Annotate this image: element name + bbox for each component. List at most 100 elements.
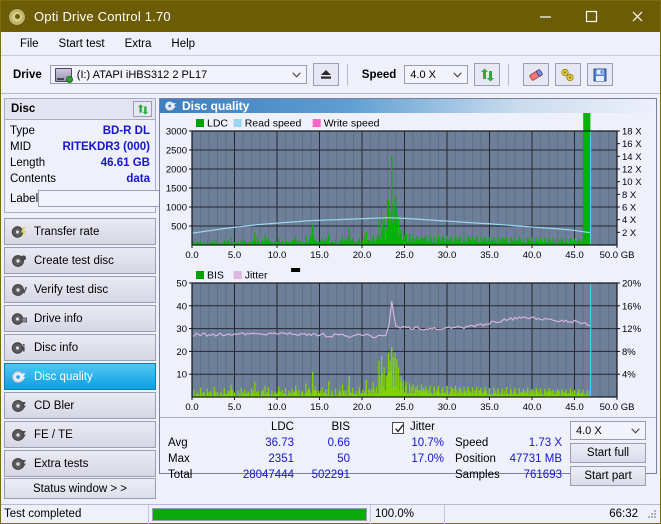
disc-row-length: Length 46.61 GB (10, 155, 150, 171)
stats-max-jitter: 17.0% (411, 453, 444, 465)
svg-text:50.0 GB: 50.0 GB (600, 250, 635, 261)
svg-text:40.0: 40.0 (523, 402, 542, 413)
svg-text:25.0: 25.0 (395, 402, 414, 413)
status-bar: Test completed 100.0% 66:32 (1, 504, 660, 524)
refresh-icon (137, 103, 148, 115)
drive-select[interactable]: (I:) ATAPI iHBS312 2 PL17 (49, 65, 307, 84)
menu-item-start-test[interactable]: Start test (50, 35, 114, 53)
svg-text:6 X: 6 X (622, 203, 637, 214)
sidebar-item-label: Verify test disc (34, 283, 109, 296)
elapsed-time: 66:32 (609, 508, 638, 520)
stats-avg-ldc: 36.73 (265, 437, 294, 449)
test-speed-value: 4.0 X (576, 424, 602, 437)
stats-row-max-label: Max (168, 453, 190, 465)
svg-text:35.0: 35.0 (480, 250, 499, 261)
disc-quality-icon (12, 370, 26, 383)
sidebar-item-fe-te[interactable]: FE / TE (4, 421, 156, 448)
refresh-button[interactable] (474, 63, 501, 86)
disc-row-type: Type BD-R DL (10, 123, 150, 139)
sidebar-item-create-test-disc[interactable]: Create test disc (4, 247, 156, 274)
disc-row-contents: Contents data (10, 171, 150, 187)
disc-refresh-button[interactable] (133, 101, 152, 117)
speed-select[interactable]: 4.0 X (404, 65, 469, 84)
svg-text:3000: 3000 (166, 127, 187, 138)
svg-text:5.0: 5.0 (228, 250, 241, 261)
disc-length-value: 46.61 GB (100, 157, 150, 169)
disc-quality-icon (164, 101, 176, 111)
minimize-icon[interactable] (522, 1, 568, 32)
svg-text:45.0: 45.0 (565, 250, 584, 261)
chevron-down-icon (631, 427, 640, 434)
svg-text:15.0: 15.0 (310, 402, 329, 413)
disc-panel: Disc Type BD-R DL MID RITEKDR3 (000) Len… (4, 98, 240, 213)
content-area: Disc Type BD-R DL MID RITEKDR3 (000) Len… (1, 94, 660, 486)
svg-text:50.0 GB: 50.0 GB (600, 402, 635, 413)
disc-bler-icon (12, 399, 26, 412)
menu-item-file[interactable]: File (11, 35, 48, 53)
eject-button[interactable] (312, 63, 339, 86)
nav-list: Transfer rate Create test disc Verify te… (4, 218, 156, 477)
svg-text:30.0: 30.0 (438, 402, 457, 413)
maximize-icon[interactable] (568, 1, 614, 32)
drive-icon (54, 67, 73, 83)
disc-contents-value: data (126, 173, 150, 185)
svg-text:16%: 16% (622, 301, 642, 312)
test-speed-select[interactable]: 4.0 X (570, 421, 646, 440)
disc-check-icon (12, 283, 27, 296)
stats-position-value: 47731 MB (509, 453, 562, 465)
ldc-read-speed-chart: 500100015002000250030002 X4 X6 X8 X10 X1… (160, 113, 655, 265)
bis-jitter-chart: 10 20 30 40 50 4% 8% 12% 16% 20% 0.0 5.0 10.0 15.0 20.… (160, 265, 655, 417)
sidebar-item-label: Drive info (34, 312, 83, 325)
resize-grip-icon[interactable] (646, 508, 658, 520)
sidebar-item-disc-info[interactable]: Disc info (4, 334, 156, 361)
stats-total-bis: 502291 (311, 469, 350, 481)
tools-button[interactable] (555, 63, 582, 86)
menu-item-extra[interactable]: Extra (116, 35, 161, 53)
tools-icon (561, 68, 574, 81)
stats-row-total-label: Total (168, 469, 193, 481)
sidebar-item-drive-info[interactable]: Drive info (4, 305, 156, 332)
erase-button[interactable] (523, 63, 550, 86)
svg-text:16 X: 16 X (622, 139, 642, 150)
svg-text:4 X: 4 X (622, 215, 637, 226)
toolbar-separator-2 (508, 63, 510, 86)
disc-speed-icon (11, 225, 26, 238)
sidebar-item-verify-test-disc[interactable]: Verify test disc (4, 276, 156, 303)
stats-speed-label: Speed (455, 437, 489, 449)
sidebar-item-cd-bler[interactable]: CD Bler (4, 392, 156, 419)
svg-text:10: 10 (176, 370, 187, 381)
drive-value: (I:) ATAPI iHBS312 2 PL17 (76, 68, 208, 81)
main-panel: Disc quality 500 1000 1500 2000 2500 3000 2 X 4… (159, 98, 657, 486)
stats-header-bis: BIS (331, 421, 350, 433)
close-icon[interactable] (614, 1, 660, 32)
stats-panel: LDC BIS Avg 36.73 0.66 Max 2351 50 Total… (160, 417, 656, 486)
svg-text:15.0: 15.0 (310, 250, 329, 261)
start-part-button[interactable]: Start part (570, 466, 646, 486)
disc-type-label: Type (10, 125, 35, 137)
sidebar-item-transfer-rate[interactable]: Transfer rate (4, 218, 156, 245)
progress-percent: 100.0% (371, 504, 445, 524)
jitter-checkbox[interactable] (392, 422, 404, 434)
progress-track (152, 507, 367, 521)
sidebar-item-disc-quality[interactable]: Disc quality (4, 363, 156, 390)
sidebar: Disc Type BD-R DL MID RITEKDR3 (000) Len… (1, 94, 240, 477)
sidebar-item-extra-tests[interactable]: Extra tests (4, 450, 156, 477)
stats-header-jitter: Jitter (410, 421, 435, 433)
disc-panel-header: Disc (5, 99, 155, 120)
svg-text:10.0: 10.0 (268, 250, 287, 261)
save-button[interactable] (587, 63, 614, 86)
svg-text:12%: 12% (622, 324, 642, 335)
menu-item-help[interactable]: Help (162, 35, 204, 53)
svg-text:2 X: 2 X (622, 228, 637, 239)
svg-text:8 X: 8 X (622, 190, 637, 201)
disc-label-row: Label (10, 189, 240, 208)
status-window-button[interactable]: Status window > > (4, 478, 156, 499)
svg-text:1500: 1500 (166, 184, 187, 195)
disc-length-label: Length (10, 157, 46, 169)
start-full-button[interactable]: Start full (570, 443, 646, 463)
speed-value: 4.0 X (410, 68, 436, 81)
svg-text:BIS: BIS (207, 270, 224, 282)
svg-text:LDC: LDC (207, 118, 228, 130)
eraser-icon (529, 68, 543, 81)
chevron-down-icon (453, 71, 463, 78)
